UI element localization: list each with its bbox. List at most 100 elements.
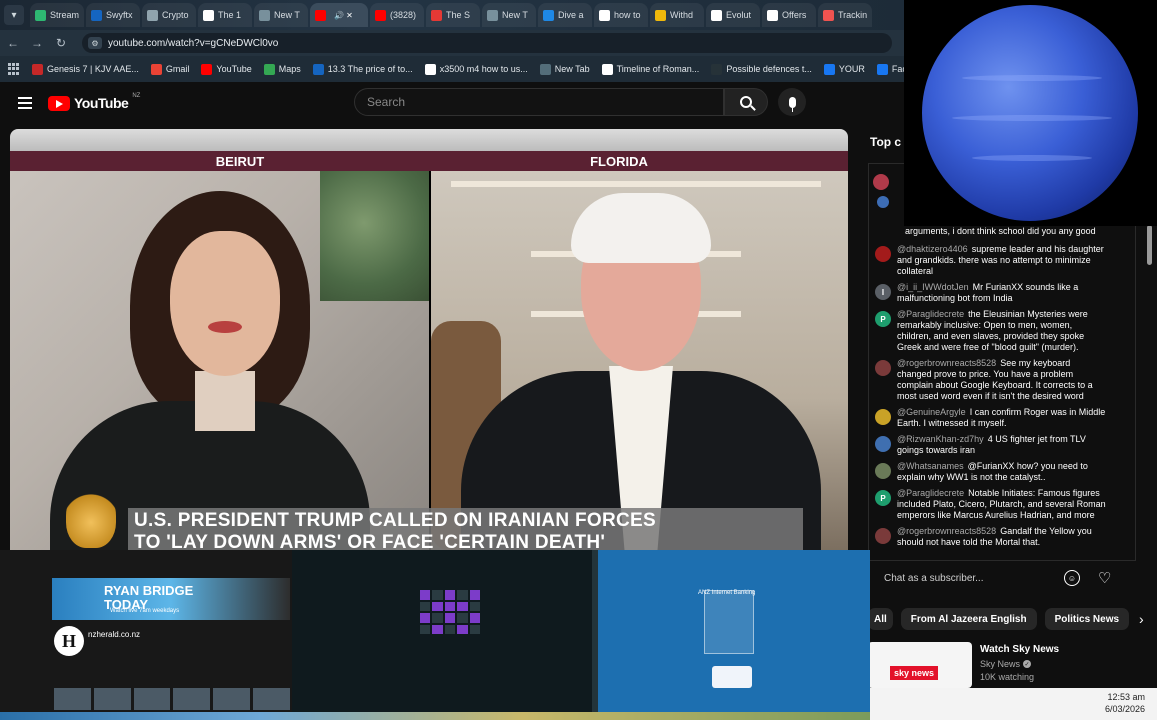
chat-author[interactable]: @i_ii_IWWdotJen [897,282,969,292]
location-label-right: FLORIDA [590,153,648,169]
chat-message: @RizwanKhan-zd7hy 4 US fighter jet from T… [869,434,1135,456]
browser-tab[interactable]: The 1 [198,3,252,27]
chat-header[interactable]: Top c [870,135,901,149]
chip-from-al-jazeera[interactable]: From Al Jazeera English [900,608,1037,630]
bookmark-favicon-icon [711,63,723,75]
bookmark-item[interactable]: YOUR [823,63,865,75]
browser-tab[interactable]: 🔊 ✕ [310,3,368,27]
guest-hair [571,193,711,263]
planet-band [962,75,1102,81]
tab-search-icon[interactable]: ▾ [4,5,24,25]
browser-tab[interactable]: Trackin [818,3,872,27]
chat-author[interactable]: @Whatsanames [897,461,964,471]
bookmark-item[interactable]: YouTube [201,63,252,75]
recommended-video[interactable]: sky news Watch Sky News Sky News ✓ 10K w… [868,642,1157,688]
preview-nzherald[interactable]: RYAN BRIDGE TODAY Watch live 7am weekdays… [0,550,292,712]
lower-third-caption: U.S. PRESIDENT TRUMP CALLED ON IRANIAN F… [134,510,814,550]
chat-author[interactable]: @dhaktizero4406 [897,244,968,254]
tab-audio-close-icon[interactable]: 🔊 ✕ [334,11,353,20]
bookmark-item[interactable]: Maps [263,63,301,75]
bookmark-item[interactable]: 13.3 The price of to... [312,63,413,75]
avatar[interactable] [875,246,891,262]
filter-chips: All From Al Jazeera English Politics New… [868,606,1157,632]
bookmark-label: x3500 m4 how to us... [439,64,528,74]
chip-politics-news[interactable]: Politics News [1044,608,1130,630]
tab-favicon-icon [543,9,554,21]
bookmark-item[interactable]: Timeline of Roman... [601,63,699,75]
bookmark-item[interactable]: Possible defences t... [711,63,812,75]
avatar[interactable] [875,528,891,544]
browser-tab[interactable]: Evolut [706,3,760,27]
search-input[interactable]: Search [354,88,724,116]
clock-date[interactable]: 6/03/2026 [1065,704,1145,714]
browser-tab[interactable]: Crypto [142,3,196,27]
browser-tab[interactable]: Stream [30,3,84,27]
avatar[interactable] [875,436,891,452]
apps-grid-icon[interactable] [8,63,20,75]
bookmark-item[interactable]: x3500 m4 how to us... [424,63,528,75]
bookmark-item[interactable]: Facebook green [876,63,904,75]
youtube-logo[interactable]: YouTube NZ [48,93,140,111]
bookmark-item[interactable]: Genesis 7 | KJV AAE... [32,63,139,75]
tab-label: Crypto [162,10,189,20]
avatar[interactable] [875,463,891,479]
video-thumbnail-row [54,688,290,710]
browser-tab[interactable]: New T [482,3,536,27]
browser-tab[interactable]: Withd [650,3,704,27]
menu-icon[interactable] [18,97,32,109]
avatar[interactable]: P [875,311,891,327]
channel-name[interactable]: Sky News ✓ [980,659,1059,669]
chip-all[interactable]: All [868,608,893,630]
clock-time[interactable]: 12:53 am [1065,692,1145,702]
bookmark-favicon-icon [424,63,436,75]
address-bar[interactable]: ⚙ youtube.com/watch?v=gCNeDWCl0vo [82,33,892,53]
chat-author[interactable]: @rogerbrownreacts8528 [897,526,996,536]
avatar [873,174,889,190]
reload-icon[interactable]: ↻ [54,36,68,50]
bookmark-item[interactable]: New Tab [539,63,590,75]
chat-scrollbar[interactable] [1147,225,1152,265]
browser-tab[interactable]: how to [594,3,648,27]
avatar[interactable] [875,360,891,376]
browser-tab[interactable]: Swyftx [86,3,140,27]
chat-author[interactable]: @rogerbrownreacts8528 [897,358,996,368]
heart-icon[interactable]: ♡ [1098,569,1111,587]
voice-search-button[interactable] [778,88,806,116]
browser-tab[interactable]: Offers [762,3,816,27]
chat-author[interactable]: @Paraglidecrete [897,488,964,498]
avatar[interactable]: P [875,490,891,506]
bookmark-label: Genesis 7 | KJV AAE... [47,64,139,74]
preview-banking[interactable]: ANZ Internet Banking [598,550,870,712]
browser-tab[interactable]: New T [254,3,308,27]
video-title[interactable]: Watch Sky News [980,644,1059,655]
chat-author[interactable]: @GenuineArgyle [897,407,966,417]
chat-message: @GenuineArgyle I can confirm Roger was in… [869,407,1135,429]
avatar[interactable]: I [875,284,891,300]
tab-favicon-icon [315,9,326,21]
bookmark-label: 13.3 The price of to... [327,64,413,74]
bookmark-item[interactable]: Gmail [150,63,189,75]
browser-tab[interactable]: Dive a [538,3,592,27]
chat-author[interactable]: @RizwanKhan-zd7hy [897,434,984,444]
emoji-icon[interactable]: ☺ [1064,570,1080,586]
video-thumbnail[interactable]: sky news [868,642,972,688]
site-info-icon[interactable]: ⚙ [88,37,102,49]
forward-icon[interactable]: → [30,36,44,50]
tab-favicon-icon [375,9,386,21]
guest-face [170,231,280,376]
search-button[interactable] [724,88,768,116]
browser-tab[interactable]: (3828) [370,3,424,27]
avatar[interactable] [875,409,891,425]
back-icon[interactable]: ← [6,36,20,50]
tab-label: Swyftx [106,10,133,20]
bookmark-label: Maps [278,64,301,74]
browser-tab[interactable]: The S [426,3,480,27]
bookmark-label: YOUR [838,64,865,74]
chat-input[interactable]: Chat as a subscriber... [874,565,1064,591]
chat-message-body: @rogerbrownreacts8528 See my keyboard cha… [897,358,1107,402]
video-player[interactable]: BEIRUT FLORIDA U.S. PRESIDENT TRUMP CALL… [10,129,848,550]
preview-game[interactable] [292,550,598,712]
chat-message-body: @Paraglidecrete Notable Initiates: Famous… [897,488,1107,521]
chat-author[interactable]: @Paraglidecrete [897,309,964,319]
chevron-right-icon[interactable]: › [1139,611,1144,627]
